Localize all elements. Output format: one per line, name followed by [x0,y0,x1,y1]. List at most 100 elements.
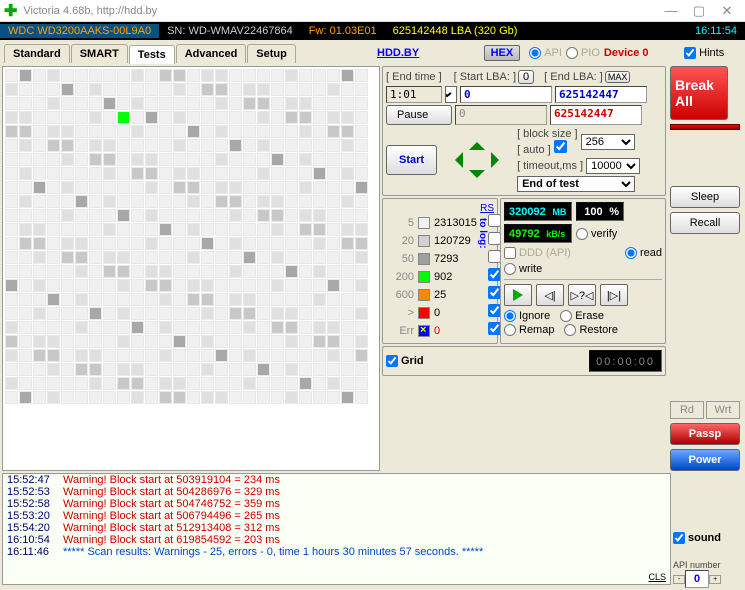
power-button[interactable]: Power [670,449,740,471]
block-cell [285,153,298,166]
api-plus[interactable]: + [709,575,721,584]
block-cell [327,335,340,348]
api-minus[interactable]: - [673,575,685,584]
next-button[interactable]: |▷| [600,284,628,306]
auto-checkbox[interactable] [554,140,567,153]
block-cell [243,195,256,208]
action-select[interactable]: End of test [517,176,635,192]
hex-button[interactable]: HEX [484,45,521,61]
blocksize-select[interactable]: 256 [581,134,635,150]
block-cell [61,195,74,208]
block-cell [47,195,60,208]
max-button[interactable]: MAX [605,71,631,83]
block-cell [271,251,284,264]
pause-button[interactable]: Pause [386,105,452,125]
api-radio[interactable] [529,47,541,59]
startlba-zero-button[interactable]: 0 [518,70,534,84]
hints-checkbox[interactable] [684,47,696,59]
block-cell [187,209,200,222]
arrow-down-icon[interactable] [469,170,485,186]
minimize-button[interactable]: — [657,1,685,21]
rd-button[interactable]: Rd [670,401,704,419]
wrt-button[interactable]: Wrt [706,401,740,419]
block-cell [327,83,340,96]
block-cell [131,209,144,222]
rs-link[interactable]: RS [480,203,494,214]
endlba-label: [ End LBA: ] [544,71,603,83]
start-button[interactable]: Start [386,145,437,175]
read-radio[interactable] [625,247,637,259]
block-cell [131,363,144,376]
tab-tests[interactable]: Tests [129,45,175,64]
close-button[interactable]: ✕ [713,1,741,21]
block-cell [229,377,242,390]
block-cell [257,391,270,404]
arrow-up-icon[interactable] [469,134,485,150]
pio-radio[interactable] [566,47,578,59]
log-check-l1[interactable] [488,232,501,245]
ignore-radio[interactable] [504,310,516,322]
block-cell [61,69,74,82]
remap-radio[interactable] [504,324,516,336]
sleep-button[interactable]: Sleep [670,186,740,208]
block-cell [201,153,214,166]
recall-button[interactable]: Recall [670,212,740,234]
block-cell [327,307,340,320]
log-check-l4[interactable] [488,286,501,299]
block-cell [243,139,256,152]
write-radio[interactable] [504,263,516,275]
prev-button[interactable]: ◁| [536,284,564,306]
start-lba-input[interactable]: 0 [460,86,552,103]
block-cell [5,209,18,222]
play-button[interactable] [504,284,532,306]
block-cell [47,237,60,250]
cls-button[interactable]: CLS [648,572,666,582]
erase-radio[interactable] [560,310,572,322]
block-cell [341,69,354,82]
maximize-button[interactable]: ▢ [685,1,713,21]
block-cell [173,335,186,348]
log-check-l3[interactable] [488,268,501,281]
block-cell [215,125,228,138]
block-cell [75,181,88,194]
timeout-select[interactable]: 10000 [586,158,640,174]
hddby-link[interactable]: HDD.BY [377,47,419,59]
grid-checkbox[interactable] [386,355,398,367]
block-cell [131,223,144,236]
block-cell [75,349,88,362]
tab-smart[interactable]: SMART [71,44,128,63]
sound-checkbox[interactable] [673,532,685,544]
block-cell [89,349,102,362]
log-check-l0[interactable] [488,214,501,227]
tab-standard[interactable]: Standard [4,44,70,63]
block-cell [103,125,116,138]
block-cell [19,321,32,334]
block-cell [75,293,88,306]
block-cell [201,69,214,82]
arrow-left-icon[interactable] [447,152,463,168]
ddd-checkbox[interactable] [504,247,516,259]
bottom-right-panel: sound API number - 0 + [673,532,743,588]
side-panel: Break All Sleep Recall Rd Wrt Passp Powe… [668,64,742,473]
verify-radio[interactable] [576,228,588,240]
restore-radio[interactable] [564,324,576,336]
break-all-button[interactable]: Break All [670,66,728,120]
end-lba-input[interactable]: 625142447 [555,86,647,103]
block-cell [201,181,214,194]
block-cell [173,251,186,264]
arrow-right-icon[interactable] [491,152,507,168]
block-cell [173,349,186,362]
block-cell [229,321,242,334]
block-cell [75,237,88,250]
block-cell [313,321,326,334]
random-button[interactable]: ▷?◁ [568,284,596,306]
log-check-le[interactable] [488,322,501,335]
endtime-dropdown[interactable] [445,86,457,103]
tab-advanced[interactable]: Advanced [176,44,247,63]
block-cell [5,69,18,82]
passp-button[interactable]: Passp [670,423,740,445]
block-cell [299,209,312,222]
log-check-l5[interactable] [488,304,501,317]
log-check-l2[interactable] [488,250,501,263]
tab-setup[interactable]: Setup [247,44,296,63]
